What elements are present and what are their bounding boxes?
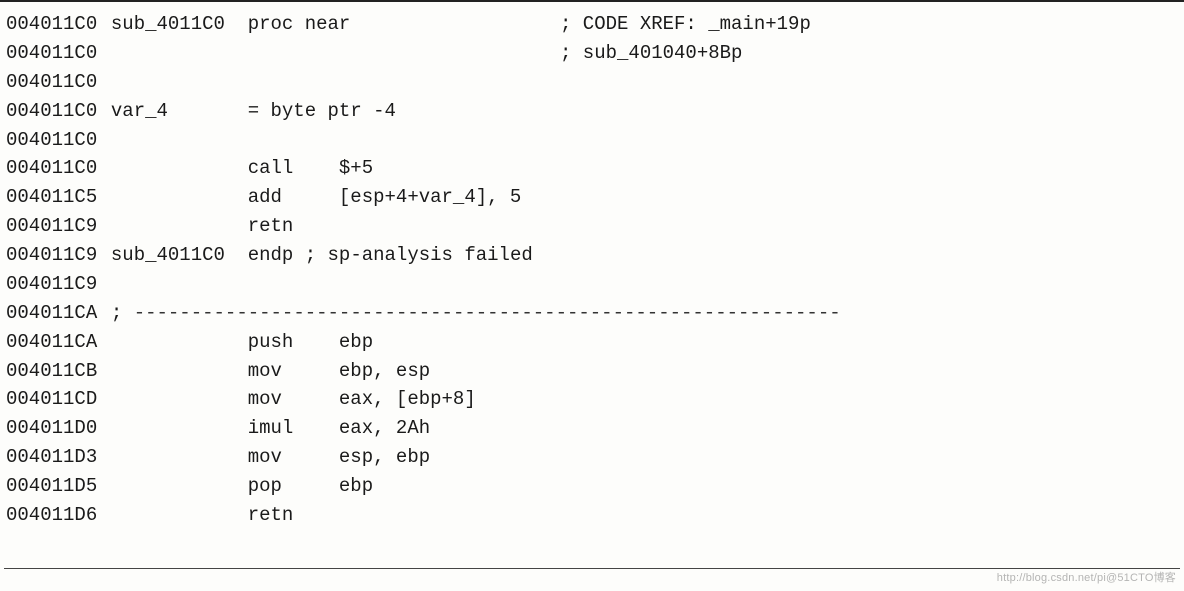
- address: 004011C9: [6, 241, 111, 270]
- address: 004011D3: [6, 443, 111, 472]
- mnemonic: [248, 39, 339, 68]
- symbol-label: [111, 212, 248, 241]
- xref-comment: ; sub_401040+8Bp: [560, 39, 742, 68]
- address: 004011CA: [6, 328, 111, 357]
- address: 004011CA: [6, 299, 111, 328]
- mnemonic: pop: [248, 472, 339, 501]
- symbol-label: [111, 154, 248, 183]
- mnemonic: call: [248, 154, 339, 183]
- asm-line: 004011C9sub_4011C0endp ; sp-analysis fai…: [6, 241, 1178, 270]
- address: 004011C0: [6, 97, 111, 126]
- address: 004011D5: [6, 472, 111, 501]
- operand: ebp, esp: [339, 357, 430, 386]
- address: 004011C0: [6, 68, 111, 97]
- symbol-label: [111, 385, 248, 414]
- operand: eax, 2Ah: [339, 414, 430, 443]
- xref-comment: ; CODE XREF: _main+19p: [560, 10, 811, 39]
- disassembly-listing: 004011C0sub_4011C0proc near; CODE XREF: …: [0, 0, 1184, 530]
- symbol-label: [111, 414, 248, 443]
- operand: ebp: [339, 328, 373, 357]
- asm-line: 004011CA pushebp: [6, 328, 1178, 357]
- asm-line: 004011C0: [6, 126, 1178, 155]
- asm-line: 004011D5 popebp: [6, 472, 1178, 501]
- mnemonic: mov: [248, 443, 339, 472]
- symbol-label: [111, 472, 248, 501]
- address: 004011C9: [6, 212, 111, 241]
- symbol-label: [111, 328, 248, 357]
- mnemonic: retn: [248, 212, 339, 241]
- asm-line: 004011CA; ------------------------------…: [6, 299, 1178, 328]
- mnemonic: = byte ptr -4: [248, 97, 339, 126]
- address: 004011C0: [6, 10, 111, 39]
- asm-line: 004011C0: [6, 68, 1178, 97]
- mnemonic: imul: [248, 414, 339, 443]
- operand: ebp: [339, 472, 373, 501]
- section-divider: ----------------------------------------…: [134, 299, 841, 328]
- mnemonic: mov: [248, 357, 339, 386]
- asm-line: 004011C9 retn: [6, 212, 1178, 241]
- address: 004011C5: [6, 183, 111, 212]
- address: 004011D6: [6, 501, 111, 530]
- address: 004011CD: [6, 385, 111, 414]
- symbol-label: sub_4011C0: [111, 241, 248, 270]
- mnemonic: mov: [248, 385, 339, 414]
- comment-semicolon: ;: [111, 299, 134, 328]
- asm-line: 004011D0 imuleax, 2Ah: [6, 414, 1178, 443]
- mnemonic: [248, 126, 339, 155]
- address: 004011C0: [6, 154, 111, 183]
- operand: [esp+4+var_4], 5: [339, 183, 521, 212]
- symbol-label: [111, 270, 248, 299]
- asm-line: 004011D6 retn: [6, 501, 1178, 530]
- address: 004011D0: [6, 414, 111, 443]
- symbol-label: [111, 126, 248, 155]
- symbol-label: var_4: [111, 97, 248, 126]
- mnemonic: endp ; sp-analysis failed: [248, 241, 339, 270]
- mnemonic: proc near: [248, 10, 339, 39]
- mnemonic: [248, 68, 339, 97]
- asm-line: 004011D3 movesp, ebp: [6, 443, 1178, 472]
- address: 004011C9: [6, 270, 111, 299]
- asm-line: 004011C0 ; sub_401040+8Bp: [6, 39, 1178, 68]
- asm-line: 004011C0 call$+5: [6, 154, 1178, 183]
- mnemonic: retn: [248, 501, 339, 530]
- address: 004011CB: [6, 357, 111, 386]
- asm-line: 004011CB movebp, esp: [6, 357, 1178, 386]
- address: 004011C0: [6, 126, 111, 155]
- asm-line: 004011C5 add[esp+4+var_4], 5: [6, 183, 1178, 212]
- symbol-label: [111, 501, 248, 530]
- mnemonic: push: [248, 328, 339, 357]
- watermark-text: http://blog.csdn.net/pi@51CTO博客: [997, 569, 1176, 585]
- symbol-label: [111, 68, 248, 97]
- symbol-label: [111, 357, 248, 386]
- operand: eax, [ebp+8]: [339, 385, 476, 414]
- symbol-label: [111, 183, 248, 212]
- mnemonic: add: [248, 183, 339, 212]
- mnemonic: [248, 270, 339, 299]
- symbol-label: [111, 39, 248, 68]
- symbol-label: [111, 443, 248, 472]
- asm-line: 004011C9: [6, 270, 1178, 299]
- symbol-label: sub_4011C0: [111, 10, 248, 39]
- address: 004011C0: [6, 39, 111, 68]
- asm-line: 004011C0var_4= byte ptr -4: [6, 97, 1178, 126]
- operand: esp, ebp: [339, 443, 430, 472]
- operand: $+5: [339, 154, 373, 183]
- asm-line: 004011C0sub_4011C0proc near ; CODE XREF: …: [6, 10, 1178, 39]
- asm-line: 004011CD moveax, [ebp+8]: [6, 385, 1178, 414]
